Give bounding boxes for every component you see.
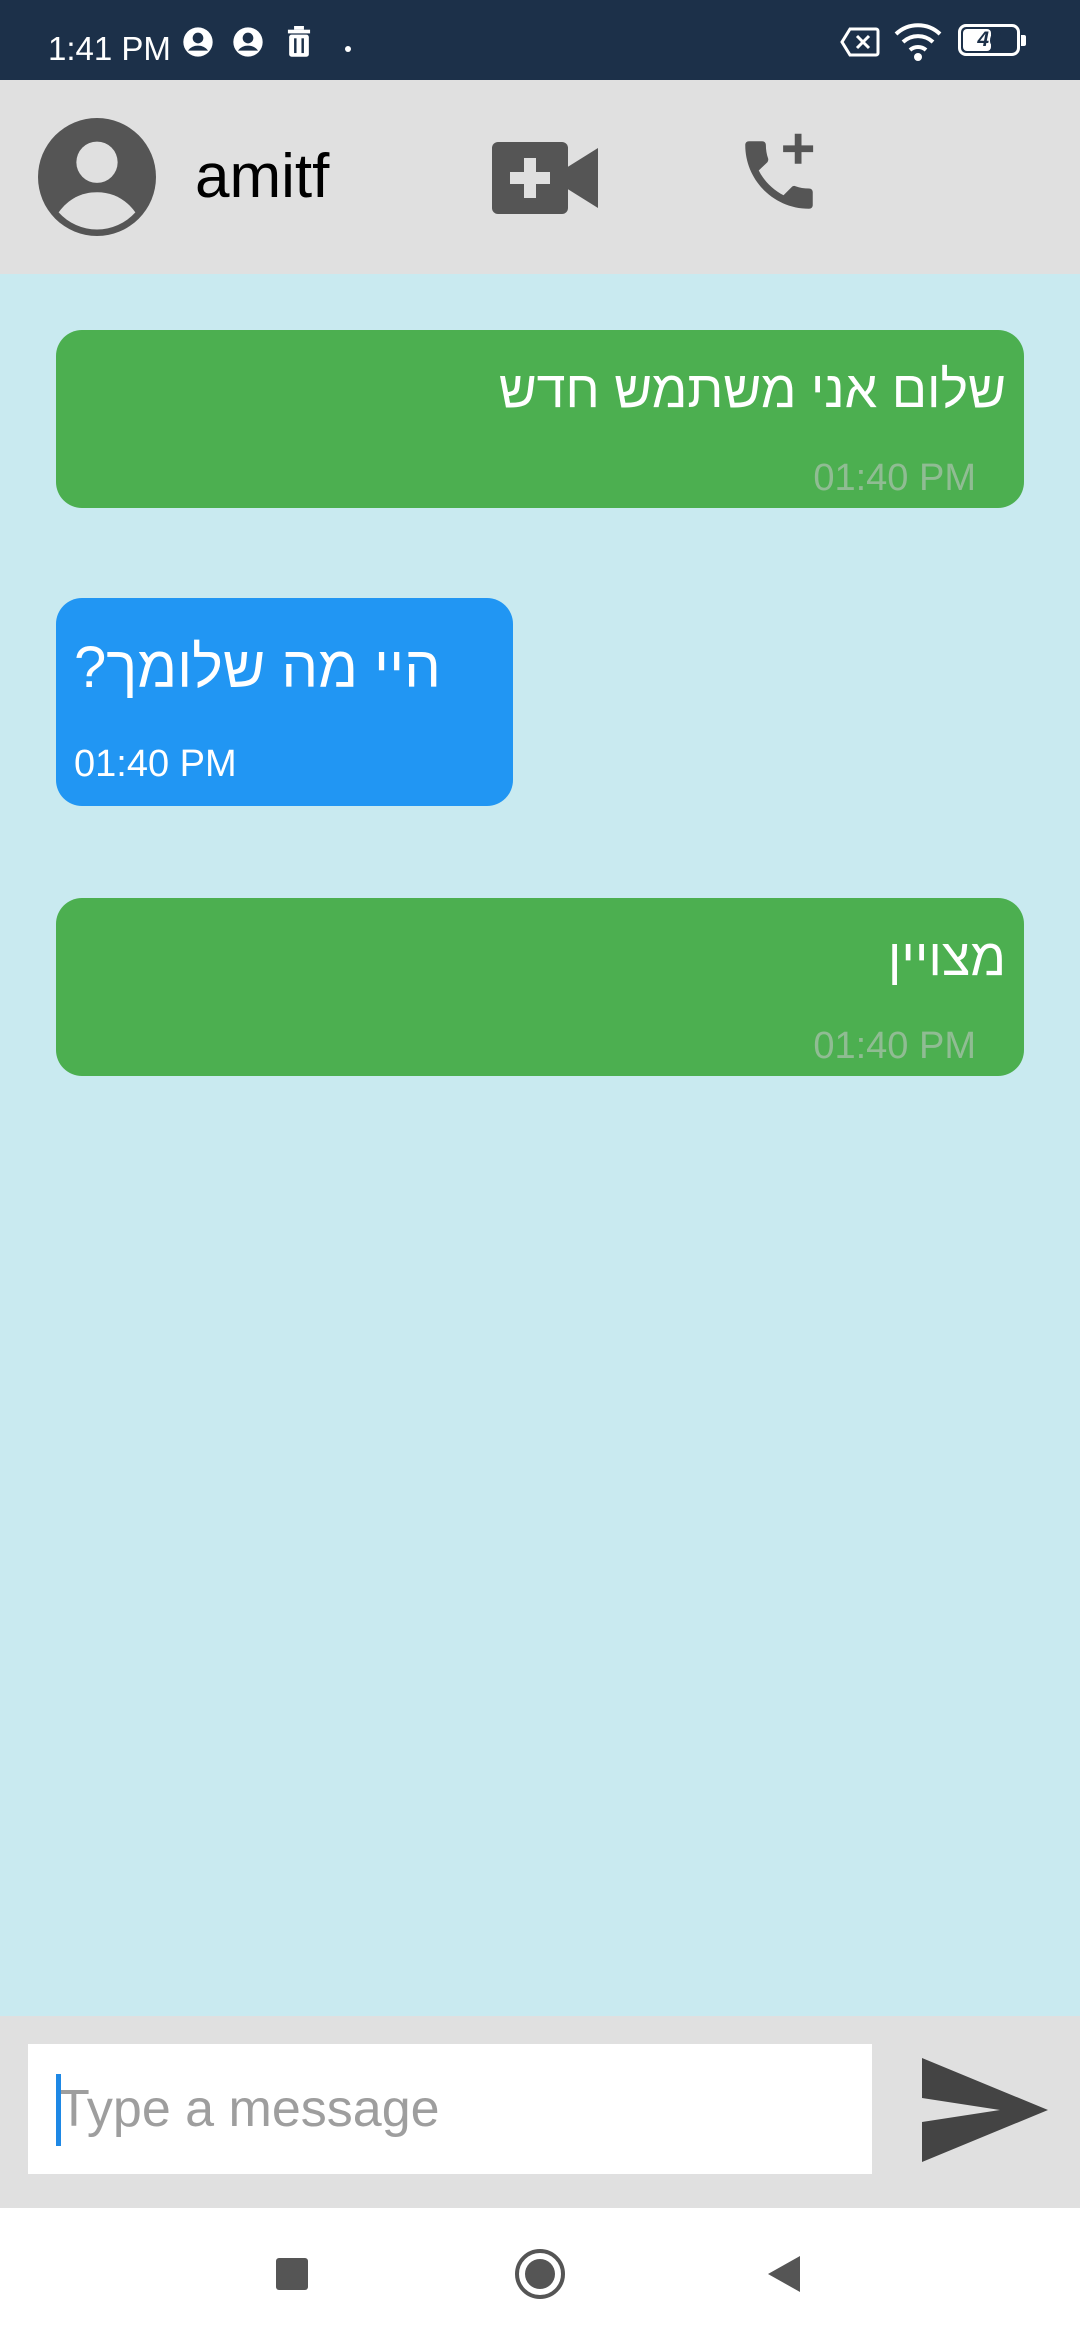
message-bubble-outgoing[interactable]: מצויין 01:40 PM (56, 898, 1024, 1076)
account-circle-icon (233, 27, 263, 57)
wifi-icon (894, 23, 942, 61)
message-timestamp: 01:40 PM (813, 457, 976, 499)
add-call-icon[interactable] (734, 130, 824, 220)
message-bubble-incoming[interactable]: היי מה שלומך? 01:40 PM (56, 598, 513, 806)
message-text: מצויין (887, 929, 1006, 987)
trash-icon (287, 26, 311, 57)
avatar-icon[interactable] (38, 118, 156, 236)
message-timestamp: 01:40 PM (813, 1025, 976, 1067)
message-bubble-outgoing[interactable]: שלום אני משתמש חדש 01:40 PM (56, 330, 1024, 508)
message-timestamp: 01:40 PM (74, 743, 237, 785)
status-time: 1:41 PM (48, 30, 171, 67)
message-text: היי מה שלומך? (74, 635, 441, 700)
contact-name[interactable]: amitf (195, 80, 329, 274)
system-navigation-bar (0, 2208, 1080, 2340)
message-input[interactable] (28, 2044, 872, 2174)
video-call-add-icon[interactable] (492, 142, 598, 214)
battery-icon: 46 (958, 24, 1026, 56)
back-triangle-icon[interactable] (764, 2254, 804, 2294)
account-circle-icon (183, 27, 213, 57)
battery-level: 46 (977, 28, 1001, 51)
status-bar: 1:41 PM 46 (0, 0, 1080, 80)
message-text: שלום אני משתמש חדש (498, 361, 1006, 419)
message-composer (0, 2016, 1080, 2208)
chat-header: amitf (0, 80, 1080, 274)
home-circle-icon[interactable] (514, 2248, 566, 2300)
chat-message-list[interactable]: שלום אני משתמש חדש 01:40 PM היי מה שלומך… (0, 274, 1080, 2016)
recents-square-icon[interactable] (274, 2256, 310, 2292)
send-icon[interactable] (920, 2056, 1050, 2164)
no-sim-icon (840, 27, 880, 57)
text-cursor (56, 2074, 61, 2146)
dot-icon (345, 46, 351, 52)
